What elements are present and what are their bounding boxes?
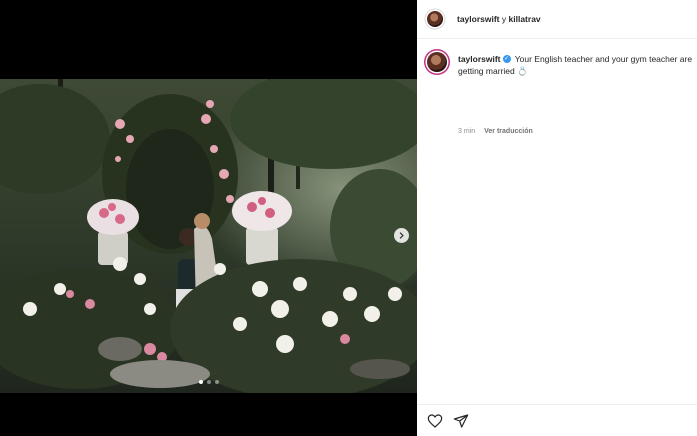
see-translation-link[interactable]: Ver traducción xyxy=(484,128,533,135)
post-photo[interactable] xyxy=(0,79,417,393)
verified-badge-icon: ✓ xyxy=(502,55,511,64)
post-timestamp: 3 min xyxy=(458,128,476,135)
carousel-dot xyxy=(198,380,203,384)
heart-icon xyxy=(427,413,443,428)
author-connector: y xyxy=(501,14,507,24)
post-actions xyxy=(417,404,697,436)
paper-plane-icon xyxy=(453,413,469,428)
next-photo-button[interactable] xyxy=(394,228,409,243)
chevron-right-icon xyxy=(399,232,404,239)
post-authors: taylorswift y killatrav xyxy=(457,14,541,24)
share-button[interactable] xyxy=(453,413,469,429)
caption-text-block: taylorswift ✓ Your English teacher and yo… xyxy=(458,53,694,77)
collaborator-username[interactable]: killatrav xyxy=(509,14,541,24)
carousel-indicator xyxy=(0,380,417,384)
post-media xyxy=(0,0,417,436)
carousel-dot xyxy=(214,380,219,384)
caption-emoji: 💍 xyxy=(517,66,528,76)
caption-username[interactable]: taylorswift xyxy=(458,54,501,64)
post-side-panel: taylorswift y killatrav taylorswift ✓ You… xyxy=(417,0,697,436)
author-username[interactable]: taylorswift xyxy=(457,14,500,24)
profile-avatar[interactable] xyxy=(427,11,443,27)
carousel-dot xyxy=(206,380,211,384)
post-header: taylorswift y killatrav xyxy=(417,0,697,39)
like-button[interactable] xyxy=(427,413,443,429)
caption-meta: 3 min Ver traducción xyxy=(458,128,533,135)
caption-avatar[interactable] xyxy=(427,52,447,72)
